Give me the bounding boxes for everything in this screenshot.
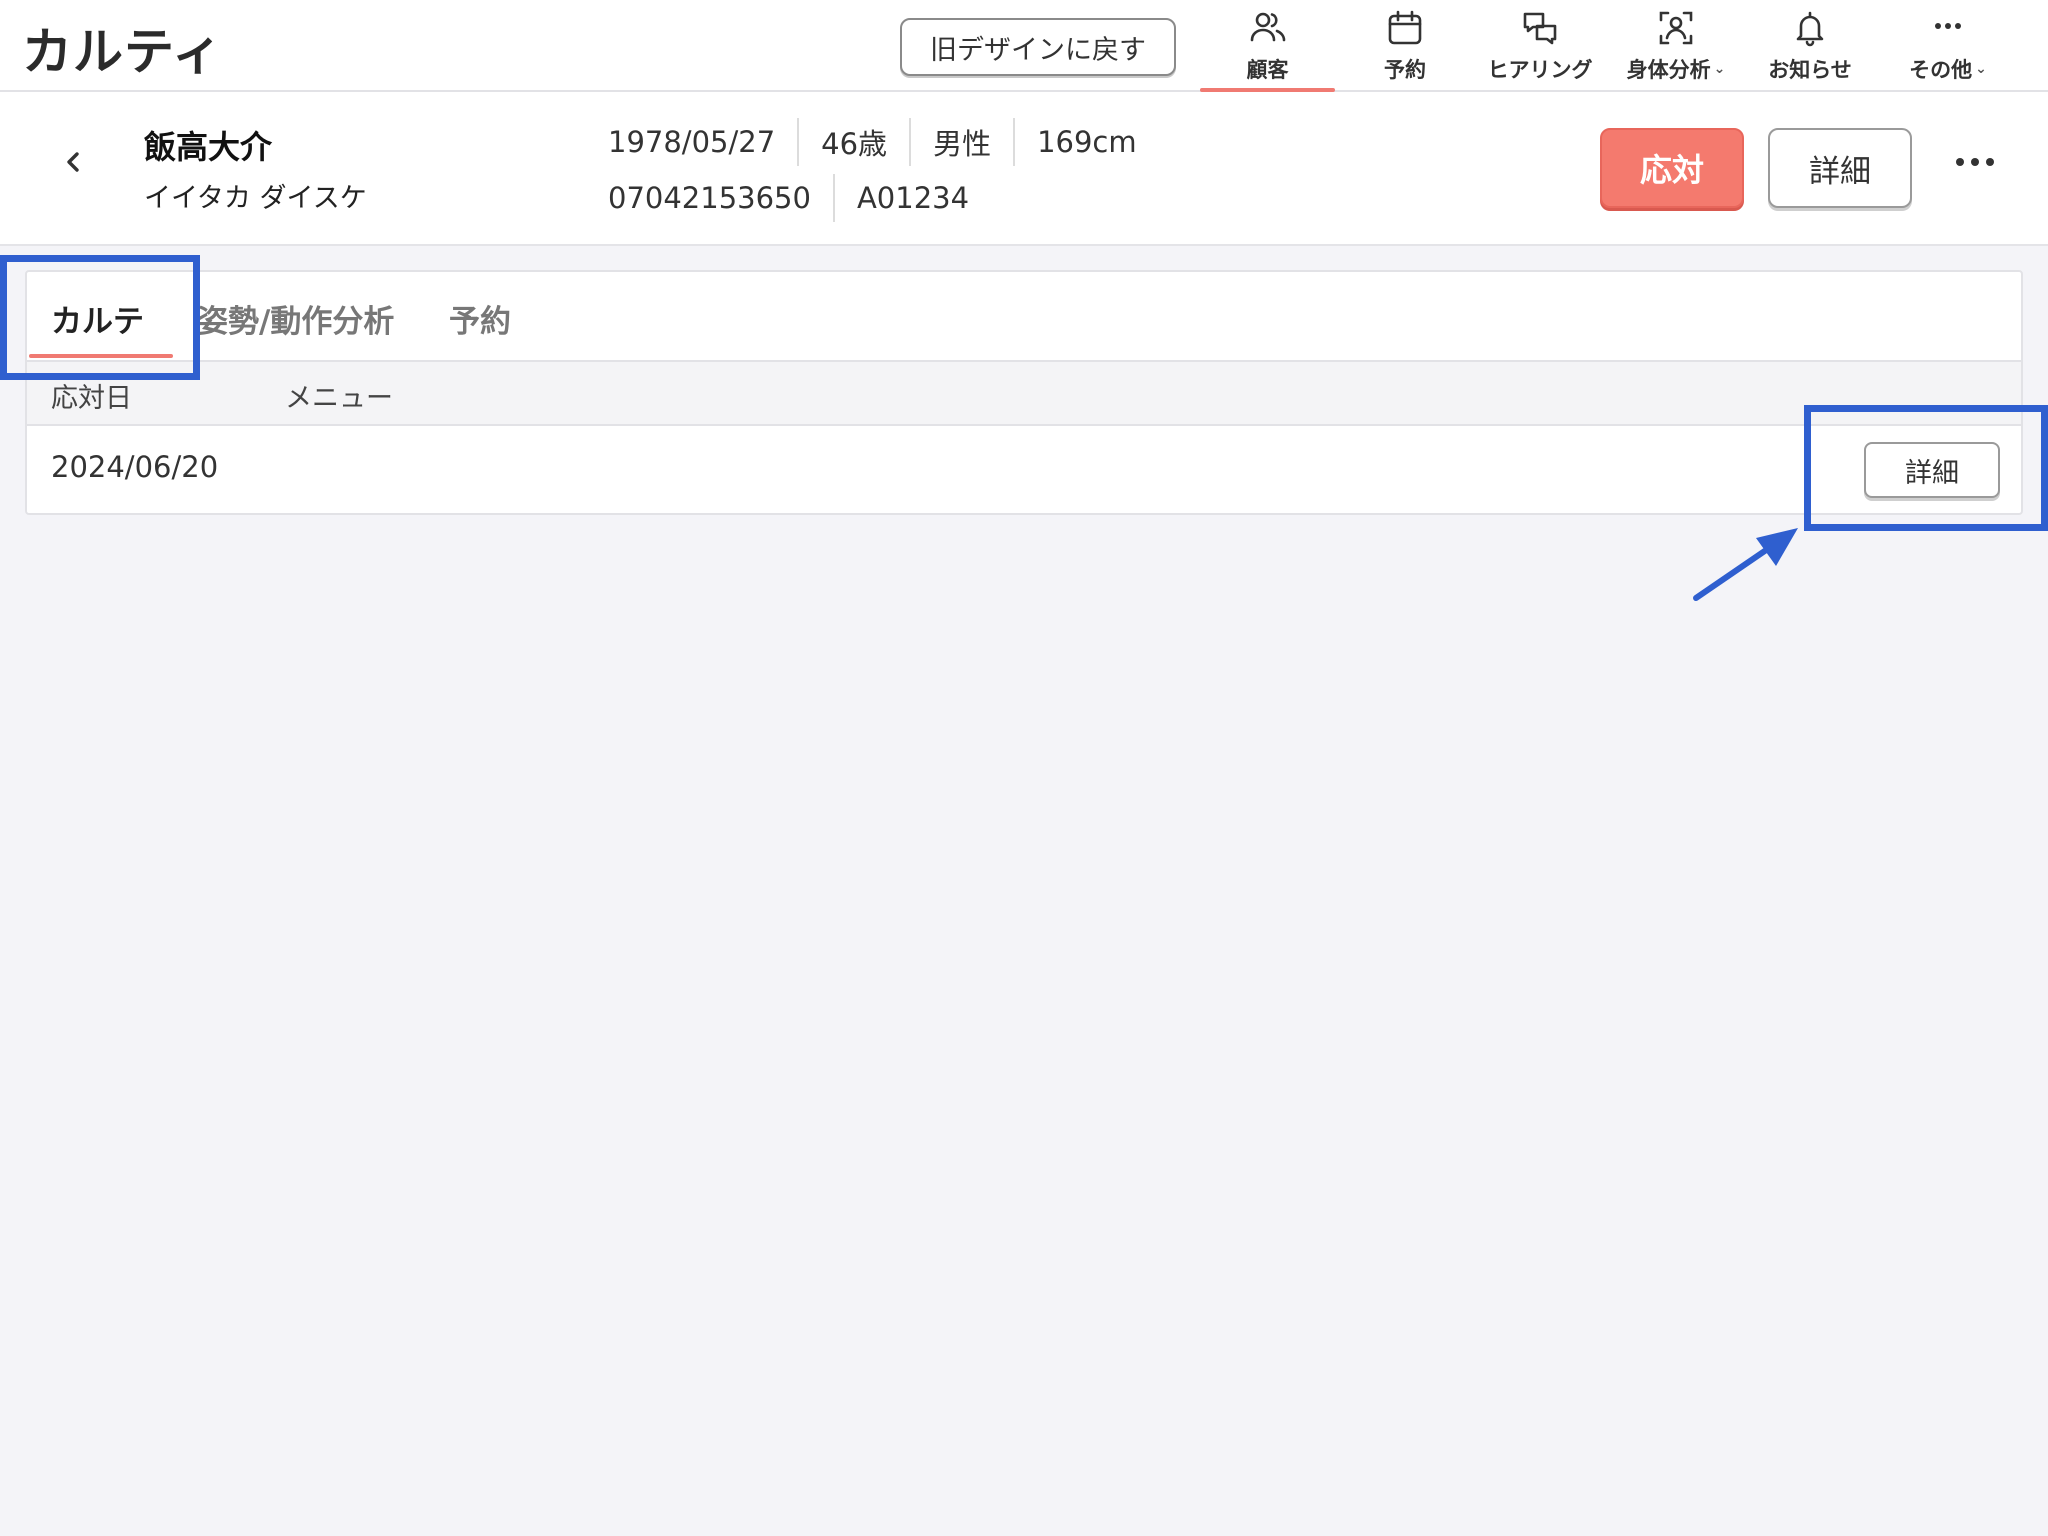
customer-phone: 07042153650 — [608, 181, 811, 215]
nav-item-more[interactable]: その他 ⌄ — [1893, 0, 2003, 92]
nav-label: 予約 — [1384, 58, 1426, 82]
tab-reservations[interactable]: 予約 — [449, 296, 511, 341]
nav-item-hearing[interactable]: ヒアリング — [1480, 0, 1600, 92]
row-date: 2024/06/20 — [51, 450, 219, 484]
customer-gender: 男性 — [909, 118, 1013, 166]
tab-posture-analysis[interactable]: 姿勢/動作分析 — [197, 296, 394, 341]
table-header: 応対日 メニュー — [27, 362, 2021, 426]
bell-icon — [1790, 8, 1830, 48]
nav-item-customers[interactable]: 顧客 — [1200, 0, 1335, 92]
row-detail-button[interactable]: 詳細 — [1864, 442, 2000, 498]
back-chevron-icon[interactable] — [58, 142, 88, 182]
customer-id: A01234 — [832, 174, 991, 222]
chevron-down-icon: ⌄ — [1713, 61, 1726, 77]
column-header-date: 応対日 — [51, 383, 132, 414]
customer-info-row-2: 07042153650 A01234 — [608, 174, 991, 222]
tab-karte[interactable]: カルテ — [51, 296, 144, 341]
pointer-arrow-icon — [1690, 524, 1800, 604]
nav-label: お知らせ — [1768, 58, 1852, 82]
tab-bar: カルテ 姿勢/動作分析 予約 — [27, 272, 2021, 362]
more-options-icon[interactable] — [1954, 154, 1996, 168]
users-icon — [1248, 8, 1288, 48]
customer-detail-button[interactable]: 詳細 — [1768, 128, 1912, 208]
karte-card: カルテ 姿勢/動作分析 予約 応対日 メニュー 2024/06/20 詳細 — [25, 270, 2023, 515]
revert-old-design-button[interactable]: 旧デザインに戻す — [900, 18, 1176, 76]
body-scan-icon — [1656, 8, 1696, 48]
nav-label: ヒアリング — [1487, 58, 1593, 82]
active-tab-indicator — [29, 354, 173, 358]
ellipsis-icon — [1928, 8, 1968, 48]
customer-name: 飯高大介 — [144, 128, 273, 166]
chat-icon — [1520, 8, 1560, 48]
nav-label: 顧客 — [1246, 58, 1289, 82]
customer-header: 飯高大介 イイタカ ダイスケ 1978/05/27 46歳 男性 169cm 0… — [0, 92, 2048, 246]
customer-age: 46歳 — [797, 118, 909, 166]
column-header-menu: メニュー — [285, 383, 393, 414]
nav-item-body-analysis[interactable]: 身体分析 ⌄ — [1618, 0, 1734, 92]
table-row: 2024/06/20 詳細 — [27, 426, 2021, 515]
chevron-down-icon: ⌄ — [1975, 61, 1987, 77]
nav-label: 身体分析 ⌄ — [1626, 58, 1726, 82]
nav-label: その他 ⌄ — [1909, 58, 1987, 82]
customer-birthdate: 1978/05/27 — [608, 125, 776, 159]
nav-item-notifications[interactable]: お知らせ — [1760, 0, 1860, 92]
top-navigation-bar: カルティ 旧デザインに戻す 顧客 予約 ヒアリング 身体分析 ⌄ お知らせ その… — [0, 0, 2048, 92]
customer-info-row-1: 1978/05/27 46歳 男性 169cm — [608, 118, 1159, 166]
customer-name-kana: イイタカ ダイスケ — [144, 183, 367, 214]
nav-item-reservations[interactable]: 予約 — [1355, 0, 1455, 92]
customer-height: 169cm — [1013, 118, 1159, 166]
respond-button[interactable]: 応対 — [1600, 128, 1744, 208]
app-logo: カルティ — [22, 23, 223, 81]
calendar-icon — [1385, 8, 1425, 48]
